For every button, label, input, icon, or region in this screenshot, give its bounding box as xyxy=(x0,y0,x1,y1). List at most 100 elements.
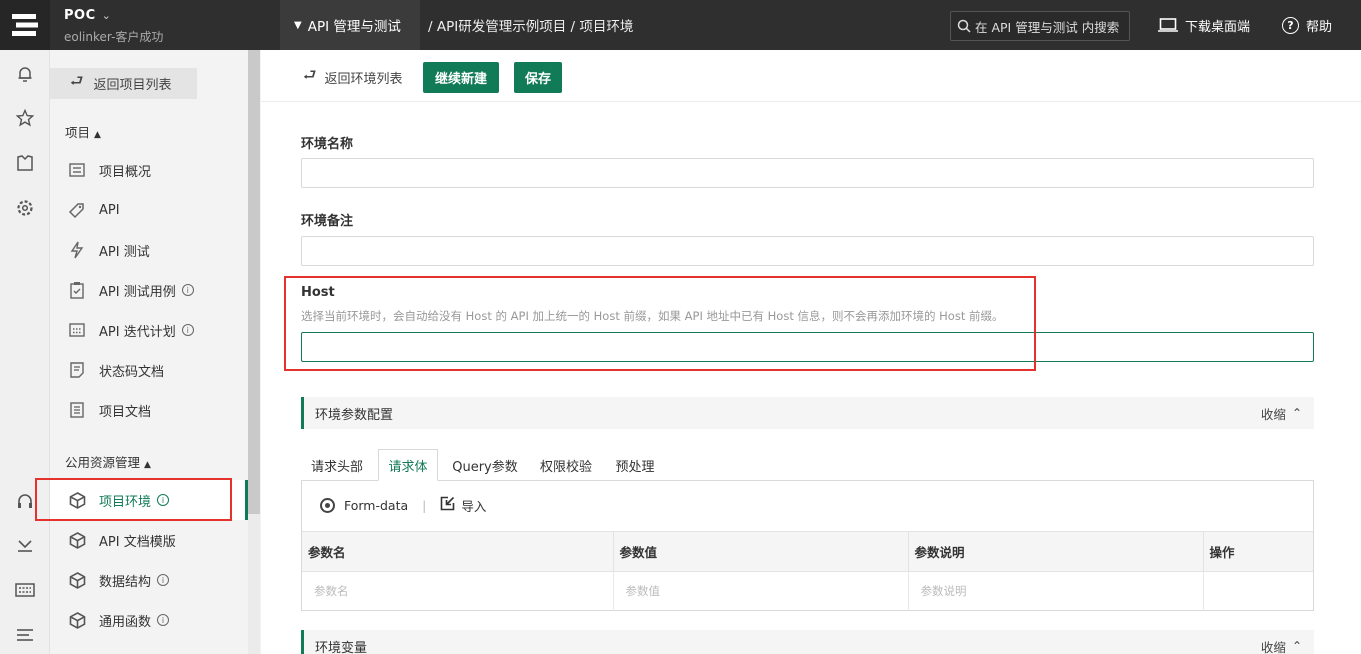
back-to-projects-label: 返回项目列表 xyxy=(93,78,172,93)
module-switcher[interactable]: ▼ API 管理与测试 xyxy=(280,0,420,50)
divider: | xyxy=(422,497,427,513)
overview-icon xyxy=(68,161,86,179)
help-label: 帮助 xyxy=(1306,19,1333,35)
env-note-label: 环境备注 xyxy=(301,214,354,229)
import-label[interactable]: 导入 xyxy=(461,496,486,515)
section-title: 环境参数配置 xyxy=(315,407,394,423)
nav-group-project[interactable]: 项目 ▲ xyxy=(65,122,101,141)
cube-icon xyxy=(68,491,86,509)
section-title: 环境变量 xyxy=(315,640,368,654)
info-icon[interactable]: i xyxy=(157,574,170,586)
nav-item-data-structure[interactable]: 数据结构 i xyxy=(50,560,248,600)
info-icon[interactable]: i xyxy=(157,494,170,506)
project-subtitle: eolinker-客户成功 xyxy=(64,30,164,44)
radio-selected-icon[interactable] xyxy=(320,497,335,513)
env-params-section-header[interactable]: 环境参数配置 收缩 ⌃ xyxy=(301,397,1314,429)
back-to-env-list-button[interactable]: ⮐ 返回环境列表 xyxy=(303,62,403,92)
nav-group-public[interactable]: 公用资源管理 ▲ xyxy=(65,452,151,471)
table-header-row: 参数名 参数值 参数说明 操作 xyxy=(302,531,1313,572)
host-label: Host xyxy=(301,285,335,300)
project-name: POC xyxy=(64,8,96,23)
tab-auth[interactable]: 权限校验 xyxy=(533,449,599,481)
lightning-icon xyxy=(68,241,86,259)
host-input[interactable] xyxy=(301,332,1314,362)
param-desc-input[interactable]: 参数说明 xyxy=(908,571,1204,611)
chevron-up-icon: ⌃ xyxy=(1291,406,1302,420)
nav-item-api-doc-template[interactable]: API 文档模版 xyxy=(50,520,248,560)
project-nav: ⮐ 返回项目列表 项目 ▲ 项目概况 API API 测试 API 测试用例 i… xyxy=(50,50,248,654)
env-vars-section-header[interactable]: 环境变量 收缩 ⌃ xyxy=(301,630,1314,654)
top-bar: POC ⌄ eolinker-客户成功 ▼ API 管理与测试 / API研发管理… xyxy=(0,0,1361,50)
cube-icon xyxy=(68,611,86,629)
nav-item-label: API 测试 xyxy=(99,244,150,260)
param-value-input[interactable]: 参数值 xyxy=(613,571,909,611)
calendar-icon xyxy=(68,321,86,339)
doc-icon xyxy=(68,401,86,419)
nav-item-label: API 文档模版 xyxy=(99,534,176,550)
laptop-icon xyxy=(1158,18,1178,32)
download-tray-icon[interactable] xyxy=(14,534,36,556)
status-doc-icon xyxy=(68,361,86,379)
param-name-input[interactable]: 参数名 xyxy=(302,571,614,611)
eolinker-logo-icon[interactable] xyxy=(0,0,50,50)
chevron-up-icon: ⌃ xyxy=(1291,639,1302,653)
body-type-bar: Form-data | 导入 xyxy=(320,495,486,515)
nav-item-project-env[interactable]: 项目环境 i xyxy=(50,480,248,520)
collapse-button[interactable]: 收缩 ⌃ xyxy=(1261,630,1302,654)
nav-item-status-docs[interactable]: 状态码文档 xyxy=(50,350,248,390)
return-arrow-icon: ⮐ xyxy=(70,72,84,90)
col-param-name: 参数名 xyxy=(302,531,614,572)
continue-new-button[interactable]: 继续新建 xyxy=(423,62,499,93)
nav-item-overview[interactable]: 项目概况 xyxy=(50,150,248,190)
info-icon[interactable]: i xyxy=(157,614,170,626)
breadcrumb[interactable]: / API研发管理示例项目 / 项目环境 xyxy=(428,0,633,50)
nav-item-api-test[interactable]: API 测试 xyxy=(50,230,248,270)
nav-group-public-label: 公用资源管理 xyxy=(65,455,141,470)
info-icon[interactable]: i xyxy=(181,324,194,336)
nav-scrollbar-thumb[interactable] xyxy=(248,50,260,514)
cube-icon xyxy=(68,531,86,549)
tab-preprocess[interactable]: 预处理 xyxy=(607,449,663,481)
col-param-desc: 参数说明 xyxy=(908,531,1204,572)
nav-scrollbar[interactable] xyxy=(248,50,260,654)
download-desktop-button[interactable]: 下载桌面端 xyxy=(1158,0,1250,50)
info-icon[interactable]: i xyxy=(181,284,194,296)
save-button[interactable]: 保存 xyxy=(514,62,562,93)
headset-icon[interactable] xyxy=(14,490,36,512)
tab-request-body[interactable]: 请求体 xyxy=(378,449,438,481)
nav-item-label: 数据结构 xyxy=(99,574,152,590)
return-arrow-icon: ⮐ xyxy=(303,65,317,84)
import-icon[interactable] xyxy=(440,496,455,514)
api-tag-icon xyxy=(68,201,86,219)
nav-item-label: 状态码文档 xyxy=(99,364,165,380)
nav-item-api-iteration[interactable]: API 迭代计划 i xyxy=(50,310,248,350)
help-circle-icon: ? xyxy=(1282,16,1299,34)
nav-item-label: 通用函数 xyxy=(99,614,152,630)
tab-query-params[interactable]: Query参数 xyxy=(445,449,525,481)
module-label: API 管理与测试 xyxy=(307,19,401,35)
env-note-input[interactable] xyxy=(301,236,1314,266)
global-search[interactable]: 在 API 管理与测试 内搜索 xyxy=(950,11,1130,41)
nav-item-project-docs[interactable]: 项目文档 xyxy=(50,390,248,430)
caret-up-icon: ▲ xyxy=(94,130,101,140)
nav-item-api[interactable]: API xyxy=(50,190,248,230)
back-to-env-list-label: 返回环境列表 xyxy=(324,71,403,87)
nav-item-api-test-cases[interactable]: API 测试用例 i xyxy=(50,270,248,310)
nav-item-common-functions[interactable]: 通用函数 i xyxy=(50,600,248,640)
menu-icon[interactable] xyxy=(14,624,36,646)
back-to-projects-button[interactable]: ⮐ 返回项目列表 xyxy=(50,68,197,99)
shirt-icon[interactable] xyxy=(14,152,36,174)
chevron-down-icon: ▼ xyxy=(294,19,302,31)
body-type-label[interactable]: Form-data xyxy=(344,498,408,513)
collapse-button[interactable]: 收缩 ⌃ xyxy=(1261,397,1302,429)
bell-icon[interactable] xyxy=(14,63,36,85)
help-button[interactable]: ? 帮助 xyxy=(1282,0,1332,50)
project-switcher[interactable]: POC ⌄ eolinker-客户成功 xyxy=(50,0,280,50)
keyboard-icon[interactable] xyxy=(14,579,36,601)
star-icon[interactable] xyxy=(14,107,36,129)
env-name-label: 环境名称 xyxy=(301,137,354,152)
env-name-input[interactable] xyxy=(301,158,1314,188)
tab-request-headers[interactable]: 请求头部 xyxy=(301,449,373,481)
table-row: 参数名 参数值 参数说明 xyxy=(302,571,1313,611)
gear-icon[interactable] xyxy=(14,197,36,219)
